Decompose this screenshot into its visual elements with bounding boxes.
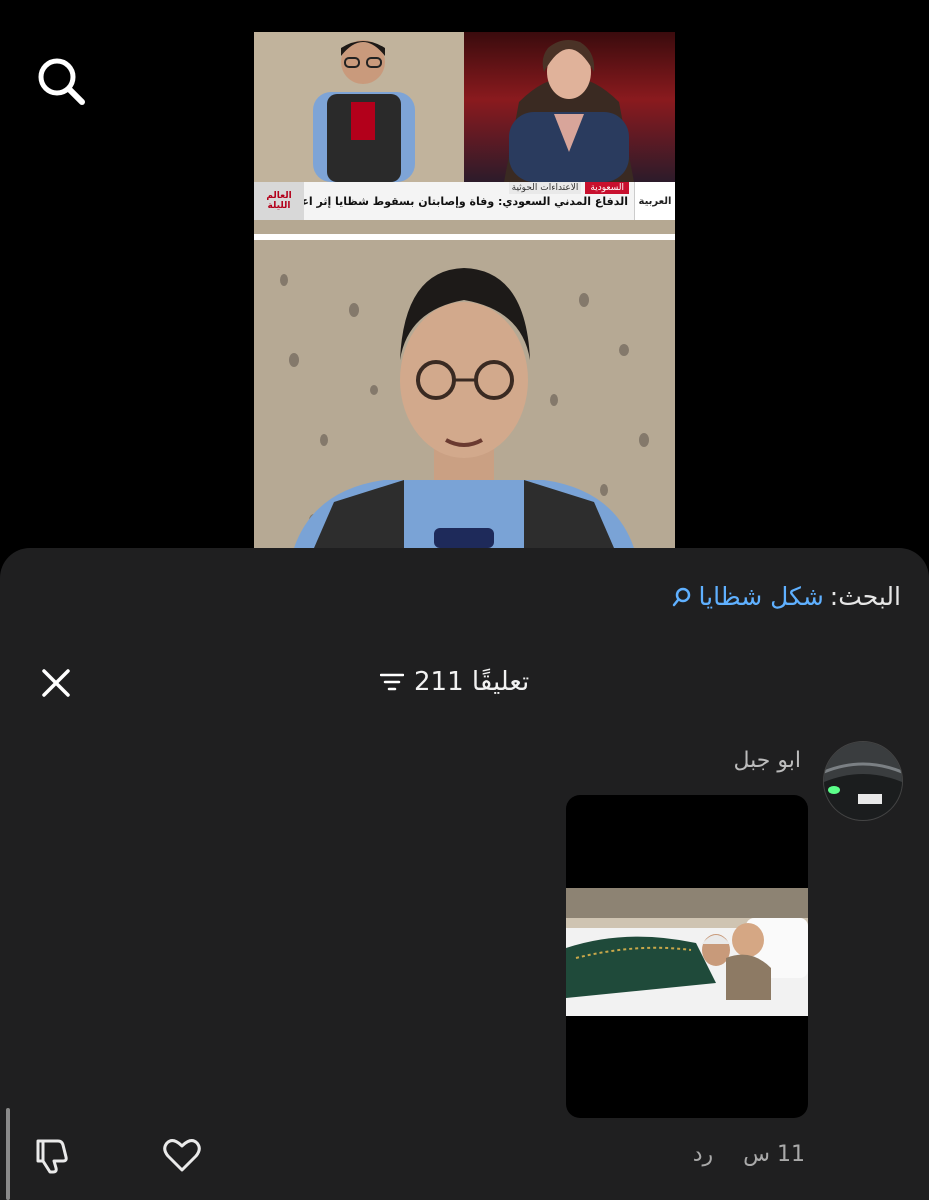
close-icon[interactable] bbox=[36, 663, 76, 703]
comments-header: 211 تعليقًا bbox=[0, 663, 929, 707]
filter-icon[interactable] bbox=[380, 671, 404, 693]
scrollbar[interactable] bbox=[6, 1108, 10, 1200]
search-query-text[interactable]: شكل شظايا bbox=[699, 582, 824, 611]
search-query-link[interactable]: البحث: شكل شظايا bbox=[671, 582, 901, 611]
comment-count: 211 تعليقًا bbox=[414, 667, 530, 697]
video-player[interactable]: العالم الليلة الدفاع المدني السعودي: وفا… bbox=[0, 0, 929, 560]
search-label: البحث: bbox=[829, 582, 901, 611]
heart-icon[interactable] bbox=[162, 1136, 202, 1174]
search-small-icon bbox=[672, 587, 690, 606]
tag-country: السعودية bbox=[585, 182, 629, 194]
news-split-screen: العالم الليلة الدفاع المدني السعودي: وفا… bbox=[254, 32, 675, 235]
ticker-headline: الدفاع المدني السعودي: وفاة وإصابتان بسق… bbox=[304, 194, 628, 208]
search-icon[interactable] bbox=[30, 50, 92, 112]
reply-button[interactable]: رد bbox=[693, 1142, 713, 1167]
anchor-figure bbox=[504, 40, 634, 182]
reporter-closeup bbox=[254, 240, 675, 548]
comment-time: 11 س bbox=[743, 1142, 805, 1167]
video-frame: العالم الليلة الدفاع المدني السعودي: وفا… bbox=[254, 32, 675, 548]
ticker-tags: السعودية الاعتداءات الحوثية bbox=[508, 182, 629, 194]
attached-photo bbox=[566, 888, 808, 1016]
comment-count-sort[interactable]: 211 تعليقًا bbox=[380, 667, 529, 697]
comment-meta: 11 س رد bbox=[693, 1142, 805, 1167]
thumbs-down-icon[interactable] bbox=[32, 1135, 72, 1175]
comments-sheet: البحث: شكل شظايا 211 تعليقًا ابو جبل 11 … bbox=[0, 548, 929, 1200]
program-logo: العالم الليلة bbox=[254, 182, 304, 220]
reporter-figure bbox=[313, 40, 415, 182]
comment-author[interactable]: ابو جبل bbox=[734, 748, 802, 773]
comment-attached-image[interactable] bbox=[566, 795, 808, 1118]
avatar[interactable] bbox=[823, 741, 903, 821]
tag-topic: الاعتداءات الحوثية bbox=[508, 182, 582, 194]
channel-logo: العربية bbox=[634, 182, 675, 220]
